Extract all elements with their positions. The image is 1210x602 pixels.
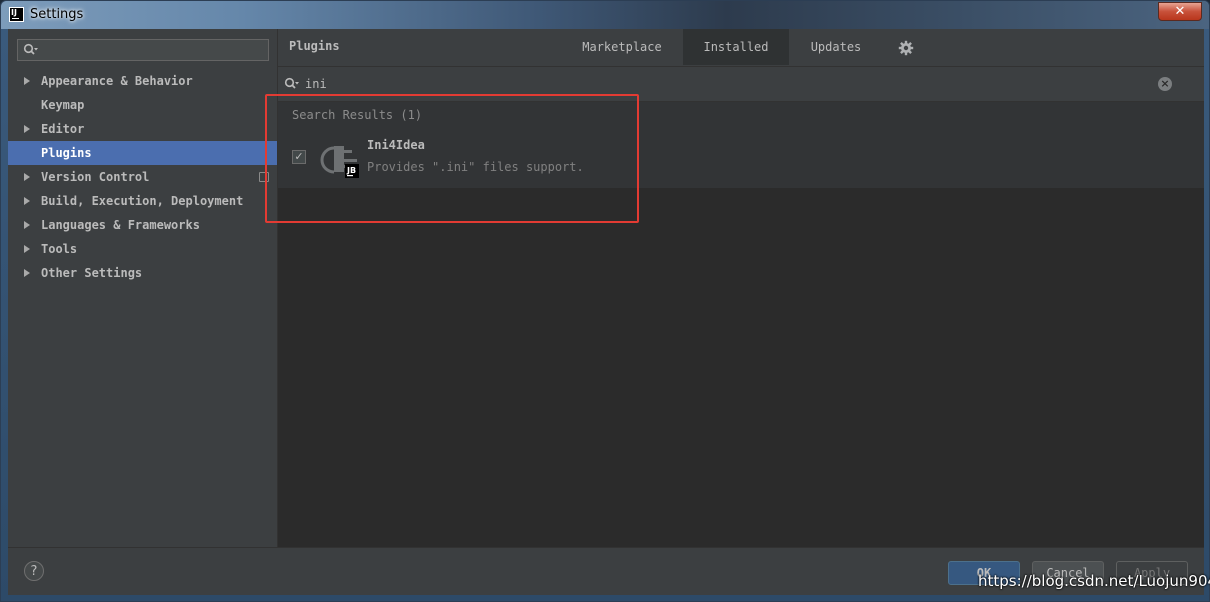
clear-search-icon[interactable]: × bbox=[1158, 77, 1172, 91]
watermark-text: https://blog.csdn.net/Luojun904 bbox=[978, 572, 1210, 590]
window-close-button[interactable]: ✕ bbox=[1158, 2, 1202, 21]
sidebar-item-label: Appearance & Behavior bbox=[41, 74, 193, 88]
sidebar-item-label: Tools bbox=[41, 242, 78, 256]
settings-window: IJ Settings ✕ Appearance & Behavior Keyma… bbox=[0, 0, 1210, 602]
sidebar-item-keymap[interactable]: Keymap bbox=[8, 93, 277, 117]
search-icon bbox=[23, 43, 38, 55]
search-icon bbox=[284, 77, 299, 89]
sidebar-item-languages-frameworks[interactable]: Languages & Frameworks bbox=[8, 213, 277, 237]
sidebar-item-version-control[interactable]: Version Control bbox=[8, 165, 277, 189]
title-bar: IJ Settings ✕ bbox=[1, 1, 1209, 29]
help-button[interactable]: ? bbox=[24, 561, 44, 581]
sidebar-item-label: Plugins bbox=[41, 146, 92, 160]
sidebar-item-label: Build, Execution, Deployment bbox=[41, 194, 244, 208]
tab-updates[interactable]: Updates bbox=[795, 29, 877, 65]
settings-sidebar: Appearance & Behavior Keymap Editor Plugins… bbox=[8, 29, 278, 547]
sidebar-item-build-execution-deployment[interactable]: Build, Execution, Deployment bbox=[8, 189, 277, 213]
gear-icon[interactable] bbox=[898, 40, 914, 56]
chevron-right-icon[interactable] bbox=[24, 269, 30, 277]
sidebar-item-label: Editor bbox=[41, 122, 85, 136]
sidebar-item-other-settings[interactable]: Other Settings bbox=[8, 261, 277, 285]
sidebar-item-label: Version Control bbox=[41, 170, 150, 184]
chevron-right-icon[interactable] bbox=[24, 77, 30, 85]
plugin-search-value: ini bbox=[305, 77, 327, 91]
tab-installed[interactable]: Installed bbox=[683, 29, 789, 65]
settings-tree: Appearance & Behavior Keymap Editor Plugins… bbox=[8, 69, 277, 285]
sidebar-search-input[interactable] bbox=[17, 39, 269, 61]
plugins-header: Plugins Marketplace Installed Updates bbox=[278, 29, 1204, 67]
sidebar-item-appearance-behavior[interactable]: Appearance & Behavior bbox=[8, 69, 277, 93]
sidebar-item-tools[interactable]: Tools bbox=[8, 237, 277, 261]
chevron-right-icon[interactable] bbox=[24, 125, 30, 133]
sidebar-item-label: Languages & Frameworks bbox=[41, 218, 200, 232]
annotation-highlight-box bbox=[265, 94, 639, 223]
sidebar-item-plugins[interactable]: Plugins bbox=[8, 141, 277, 165]
chevron-right-icon[interactable] bbox=[24, 197, 30, 205]
tab-marketplace[interactable]: Marketplace bbox=[568, 29, 676, 65]
sidebar-item-label: Keymap bbox=[41, 98, 85, 112]
sidebar-item-label: Other Settings bbox=[41, 266, 143, 280]
window-title: Settings bbox=[30, 7, 84, 22]
intellij-app-icon: IJ bbox=[9, 7, 24, 22]
chevron-right-icon[interactable] bbox=[24, 245, 30, 253]
chevron-right-icon[interactable] bbox=[24, 173, 30, 181]
chevron-right-icon[interactable] bbox=[24, 221, 30, 229]
sidebar-item-editor[interactable]: Editor bbox=[8, 117, 277, 141]
page-title: Plugins bbox=[289, 39, 340, 53]
